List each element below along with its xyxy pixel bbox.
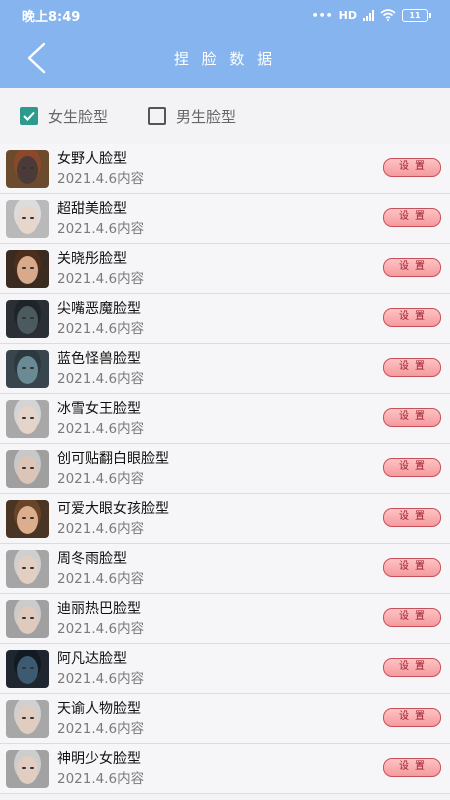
avatar [6,349,49,388]
avatar [6,249,49,288]
item-date: 2021.4.6内容 [57,520,145,537]
nav-bar: 捏 脸 数 据 [0,30,450,88]
item-date: 2021.4.6内容 [57,420,145,437]
set-button[interactable]: 设置 [383,208,441,227]
avatar [6,449,49,488]
item-name: 周冬雨脸型 [57,550,127,567]
item-date: 2021.4.6内容 [57,470,145,487]
face-list: 女野人脸型 2021.4.6内容 设置 超甜美脸型 2021.4.6内容 设置 关晓彤脸型 2… [0,144,450,794]
item-name: 蓝色怪兽脸型 [57,350,141,367]
avatar [6,599,49,638]
avatar [6,549,49,588]
face-thumbnail [17,505,38,534]
item-date: 2021.4.6内容 [57,670,145,687]
avatar [6,299,49,338]
set-button[interactable]: 设置 [383,358,441,377]
male-face-filter[interactable]: 男生脸型 [148,106,236,127]
dots-icon: ••• [311,8,333,22]
network-label: HD [338,8,357,22]
face-thumbnail [17,205,38,234]
page-title: 捏 脸 数 据 [173,50,277,68]
set-button[interactable]: 设置 [383,758,441,777]
filter-row: 女生脸型 男生脸型 [0,88,450,144]
app-header: 晚上8:49 ••• HD 11 捏 脸 数 据 [0,0,450,88]
avatar [6,649,49,688]
status-time: 晚上8:49 [22,9,81,25]
battery-icon: 11 [402,8,431,22]
battery-level: 11 [409,10,421,20]
list-item[interactable]: 冰雪女王脸型 2021.4.6内容 设置 [0,394,450,444]
list-item[interactable]: 迪丽热巴脸型 2021.4.6内容 设置 [0,594,450,644]
set-button[interactable]: 设置 [383,158,441,177]
status-icons: ••• HD 11 [311,8,431,22]
female-face-filter[interactable]: 女生脸型 [20,106,108,127]
set-button[interactable]: 设置 [383,408,441,427]
list-item[interactable]: 神明少女脸型 2021.4.6内容 设置 [0,744,450,794]
list-item[interactable]: 周冬雨脸型 2021.4.6内容 设置 [0,544,450,594]
avatar [6,699,49,738]
item-name: 冰雪女王脸型 [57,400,141,417]
face-thumbnail [17,155,38,184]
item-name: 尖嘴恶魔脸型 [57,300,141,317]
list-item[interactable]: 超甜美脸型 2021.4.6内容 设置 [0,194,450,244]
wifi-icon [380,9,396,21]
face-thumbnail [17,555,38,584]
item-name: 超甜美脸型 [57,200,127,217]
item-date: 2021.4.6内容 [57,720,145,737]
status-bar: 晚上8:49 ••• HD 11 [0,0,450,30]
face-thumbnail [17,405,38,434]
list-item[interactable]: 尖嘴恶魔脸型 2021.4.6内容 设置 [0,294,450,344]
item-date: 2021.4.6内容 [57,170,145,187]
face-thumbnail [17,655,38,684]
list-item[interactable]: 阿凡达脸型 2021.4.6内容 设置 [0,644,450,694]
item-name: 可爱大眼女孩脸型 [57,500,169,517]
list-item[interactable]: 可爱大眼女孩脸型 2021.4.6内容 设置 [0,494,450,544]
set-button[interactable]: 设置 [383,258,441,277]
set-button[interactable]: 设置 [383,658,441,677]
face-thumbnail [17,605,38,634]
item-date: 2021.4.6内容 [57,220,145,237]
male-filter-label: 男生脸型 [176,107,237,126]
item-date: 2021.4.6内容 [57,570,145,587]
item-name: 迪丽热巴脸型 [57,600,141,617]
list-item[interactable]: 女野人脸型 2021.4.6内容 设置 [0,144,450,194]
avatar [6,199,49,238]
avatar [6,399,49,438]
set-button[interactable]: 设置 [383,558,441,577]
avatar [6,499,49,538]
list-item[interactable]: 天谕人物脸型 2021.4.6内容 设置 [0,694,450,744]
face-thumbnail [17,255,38,284]
female-filter-label: 女生脸型 [48,107,109,126]
list-item[interactable]: 关晓彤脸型 2021.4.6内容 设置 [0,244,450,294]
set-button[interactable]: 设置 [383,308,441,327]
set-button[interactable]: 设置 [383,508,441,527]
male-checkbox[interactable] [148,107,167,125]
item-name: 创可贴翻白眼脸型 [57,450,169,467]
item-name: 阿凡达脸型 [57,650,127,667]
face-thumbnail [17,305,38,334]
checkmark-icon [23,111,35,121]
item-date: 2021.4.6内容 [57,370,145,387]
item-date: 2021.4.6内容 [57,320,145,337]
face-thumbnail [17,455,38,484]
list-item[interactable]: 蓝色怪兽脸型 2021.4.6内容 设置 [0,344,450,394]
set-button[interactable]: 设置 [383,608,441,627]
set-button[interactable]: 设置 [383,708,441,727]
signal-icon [363,9,374,21]
item-date: 2021.4.6内容 [57,770,145,787]
female-checkbox[interactable] [20,107,38,125]
item-name: 神明少女脸型 [57,750,141,767]
avatar [6,749,49,788]
avatar [6,149,49,188]
item-name: 天谕人物脸型 [57,700,141,717]
item-name: 关晓彤脸型 [57,250,127,267]
face-thumbnail [17,355,38,384]
face-thumbnail [17,755,38,784]
face-thumbnail [17,705,38,734]
set-button[interactable]: 设置 [383,458,441,477]
list-item[interactable]: 创可贴翻白眼脸型 2021.4.6内容 设置 [0,444,450,494]
item-name: 女野人脸型 [57,150,127,167]
item-date: 2021.4.6内容 [57,620,145,637]
item-date: 2021.4.6内容 [57,270,145,287]
